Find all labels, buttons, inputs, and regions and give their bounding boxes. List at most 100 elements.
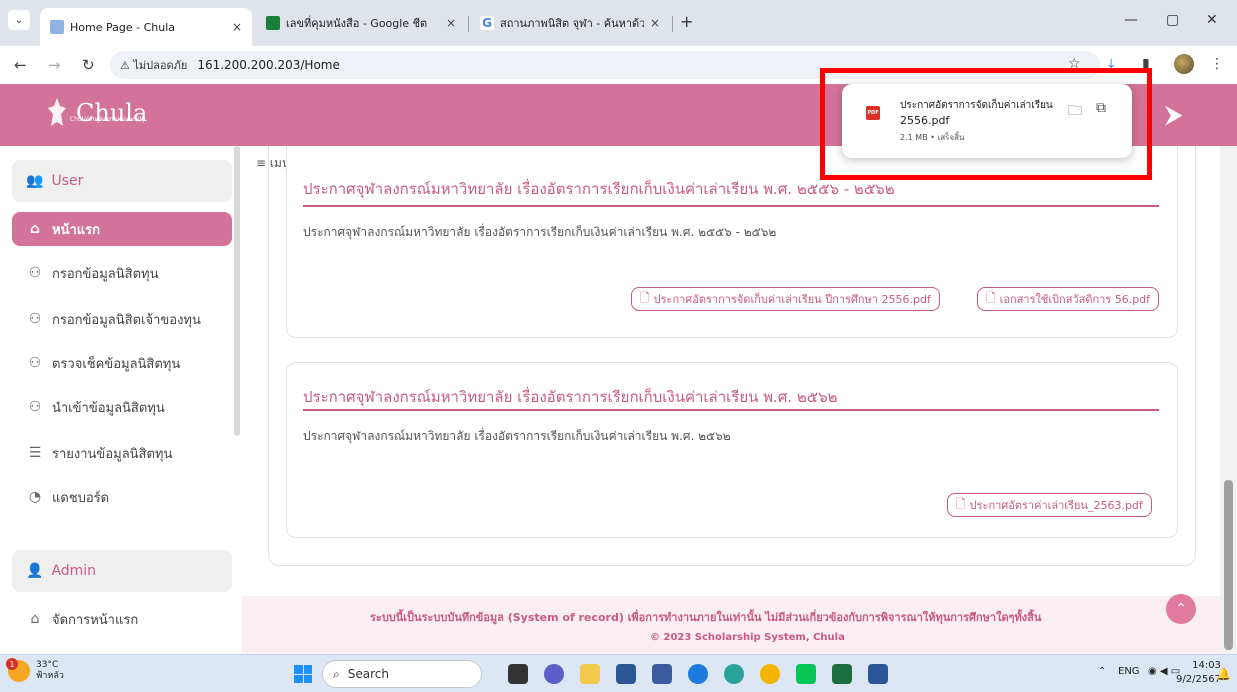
users-icon: ⚇ xyxy=(28,265,42,281)
edge-browser-icon[interactable] xyxy=(688,664,708,684)
photo-app-icon[interactable] xyxy=(652,664,672,684)
sidebar-group-label: User xyxy=(51,173,84,189)
windows-taskbar: 1 33°C ฟ้าหลัว ⌕ Search ⌃ ENG ◉ ◀ ▭ 14:0… xyxy=(0,654,1237,692)
file-icon: 🗋 xyxy=(986,290,996,305)
chevron-up-icon: ⌃ xyxy=(1175,601,1187,617)
search-icon: ⌕ xyxy=(333,666,340,681)
clock-date: 9/2/2567 xyxy=(1176,674,1221,685)
sidebar-item-label: หน้าแรก xyxy=(52,222,100,238)
home-icon: ⌂ xyxy=(29,221,41,237)
browser-menu-icon[interactable]: ⋮ xyxy=(1210,56,1224,72)
sidebar-item-fill-owner-data[interactable]: ⚇ กรอกข้อมูลนิสิตเจ้าของทุน xyxy=(12,302,232,336)
restore-button[interactable]: ▢ xyxy=(1166,12,1179,28)
tab-google-search[interactable]: G สถานภาพนิสิต จุฬา - ค้นหาด้วย Goo × xyxy=(470,8,670,38)
pdf-link-tuition-2556[interactable]: 🗋 ประกาศอัตราการจัดเก็บค่าเล่าเรียน ปีกา… xyxy=(631,287,940,311)
minimize-button[interactable]: — xyxy=(1124,12,1138,28)
forward-button[interactable]: → xyxy=(48,56,61,74)
chula-emblem-icon xyxy=(48,98,66,126)
page-favicon-icon xyxy=(50,20,64,34)
sidebar-item-label: ตรวจเช็คข้อมูลนิสิตทุน xyxy=(52,356,181,372)
page-scrollbar[interactable] xyxy=(1220,146,1237,654)
search-placeholder: Search xyxy=(347,667,389,681)
footer-disclaimer: ระบบนี้เป็นระบบบันทึกข้อมูล (System of r… xyxy=(370,611,1042,624)
chrome-browser-icon[interactable] xyxy=(760,664,780,684)
system-clock[interactable]: 14:03 9/2/2567 xyxy=(1176,659,1221,687)
url-text: 161.200.200.203/Home xyxy=(197,58,340,72)
tab-title: Home Page - Chula xyxy=(70,20,175,34)
tab-title: สถานภาพนิสิต จุฬา - ค้นหาด้วย Goo xyxy=(500,17,644,30)
close-icon[interactable]: × xyxy=(446,16,456,30)
announcement-description: ประกาศจุฬาลงกรณ์มหาวิทยาลัย เรื่องอัตราก… xyxy=(303,429,731,443)
sidebar-item-manage-home[interactable]: ⌂ จัดการหน้าแรก xyxy=(12,602,232,636)
admin-icon: 👤 xyxy=(26,563,44,579)
weather-temperature: 33°C xyxy=(36,660,59,670)
line-app-icon[interactable] xyxy=(796,664,816,684)
site-footer: ระบบนี้เป็นระบบบันทึกข้อมูล (System of r… xyxy=(242,596,1220,654)
sun-icon: 1 xyxy=(6,658,30,682)
users-group-icon: 👥 xyxy=(26,173,44,189)
tab-search-button[interactable]: ⌄ xyxy=(8,10,30,30)
sidebar-item-report[interactable]: ☰ รายงานข้อมูลนิสิตทุน xyxy=(12,436,232,470)
highlight-annotation xyxy=(820,68,1152,180)
chat-app-icon[interactable] xyxy=(544,664,564,684)
file-explorer-icon[interactable] xyxy=(580,664,600,684)
sidebar-item-label: กรอกข้อมูลนิสิตเจ้าของทุน xyxy=(52,312,201,328)
tab-google-sheets[interactable]: เลขที่คุมหนังสือ - Google ชีต × xyxy=(256,8,466,38)
new-tab-button[interactable]: + xyxy=(680,12,693,31)
reload-button[interactable]: ↻ xyxy=(82,56,95,74)
sidebar-item-check-data[interactable]: ⚇ ตรวจเช็คข้อมูลนิสิตทุน xyxy=(12,346,232,380)
tab-separator xyxy=(468,16,469,32)
dashboard-icon: ◔ xyxy=(28,489,42,505)
weather-widget[interactable]: 1 33°C ฟ้าหลัว xyxy=(6,658,64,682)
sidebar-item-dashboard[interactable]: ◔ แดชบอร์ด xyxy=(12,480,232,514)
edge-dev-icon[interactable] xyxy=(724,664,744,684)
sidebar-scrollbar[interactable] xyxy=(234,146,240,436)
pdf-link-welfare-56[interactable]: 🗋 เอกสารใช้เบิกสวัสดิการ 56.pdf xyxy=(977,287,1160,311)
word-app-icon[interactable] xyxy=(868,664,888,684)
sidebar-group-user[interactable]: 👥 User xyxy=(12,160,232,202)
sidebar-item-label: กรอกข้อมูลนิสิตทุน xyxy=(52,266,159,282)
tray-overflow-icon[interactable]: ⌃ xyxy=(1098,666,1106,677)
users-icon: ⚇ xyxy=(28,399,42,415)
users-icon: ⚇ xyxy=(28,311,42,327)
security-warning-chip[interactable]: ⚠ ไม่ปลอดภัย xyxy=(120,56,187,74)
main-content: ≡ เมนู ประกาศจุฬาลงกรณ์มหาวิทยาลัย เรื่อ… xyxy=(242,146,1220,654)
windows-start-icon[interactable] xyxy=(294,665,312,683)
notification-badge: 1 xyxy=(6,658,18,670)
store-app-icon[interactable] xyxy=(616,664,636,684)
task-view-icon[interactable] xyxy=(508,664,528,684)
tab-separator xyxy=(672,16,673,32)
sidebar-item-import-data[interactable]: ⚇ นำเข้าข้อมูลนิสิตทุน xyxy=(12,390,232,424)
title-underline xyxy=(303,205,1159,207)
clock-time: 14:03 xyxy=(1192,660,1221,671)
close-icon[interactable]: × xyxy=(650,16,660,30)
sidebar: 👥 User ⌂ หน้าแรก ⚇ กรอกข้อมูลนิสิตทุน ⚇ … xyxy=(0,146,242,654)
notification-bell-icon[interactable]: 🔔 xyxy=(1216,667,1231,681)
weather-condition: ฟ้าหลัว xyxy=(36,671,64,681)
tab-home-page[interactable]: Home Page - Chula × xyxy=(40,8,252,46)
scroll-to-top-button[interactable]: ⌃ xyxy=(1166,594,1196,624)
profile-avatar[interactable] xyxy=(1174,54,1194,74)
language-indicator[interactable]: ENG xyxy=(1118,666,1140,677)
logout-icon[interactable]: ⮞ xyxy=(1166,103,1182,128)
sidebar-item-fill-scholar-data[interactable]: ⚇ กรอกข้อมูลนิสิตทุน xyxy=(12,256,232,290)
excel-app-icon[interactable] xyxy=(832,664,852,684)
sidebar-item-label: รายงานข้อมูลนิสิตทุน xyxy=(52,446,173,462)
page-scrollbar-thumb[interactable] xyxy=(1224,480,1233,650)
file-name: ประกาศอัตราค่าเล่าเรียน_2563.pdf xyxy=(969,499,1143,512)
browser-tab-strip: ⌄ Home Page - Chula × เลขที่คุมหนังสือ -… xyxy=(0,0,1237,46)
close-icon[interactable]: × xyxy=(232,20,242,34)
sheets-favicon-icon xyxy=(266,16,280,30)
announcement-card: ประกาศจุฬาลงกรณ์มหาวิทยาลัย เรื่องอัตราก… xyxy=(286,362,1178,538)
sidebar-group-admin[interactable]: 👤 Admin xyxy=(12,550,232,592)
menu-toggle-button[interactable]: ≡ เมนู xyxy=(256,154,290,173)
sidebar-item-home[interactable]: ⌂ หน้าแรก xyxy=(12,212,232,246)
pdf-link-tuition-2563[interactable]: 🗋 ประกาศอัตราค่าเล่าเรียน_2563.pdf xyxy=(947,493,1152,517)
footer-copyright: © 2023 Scholarship System, Chula xyxy=(650,632,845,643)
announcement-title: ประกาศจุฬาลงกรณ์มหาวิทยาลัย เรื่องอัตราก… xyxy=(303,388,838,406)
chula-logo[interactable]: Chula xyxy=(44,96,147,130)
file-icon: 🗋 xyxy=(640,290,650,305)
taskbar-search[interactable]: ⌕ Search xyxy=(322,660,482,688)
back-button[interactable]: ← xyxy=(14,56,27,74)
window-close-button[interactable]: ✕ xyxy=(1206,12,1218,28)
